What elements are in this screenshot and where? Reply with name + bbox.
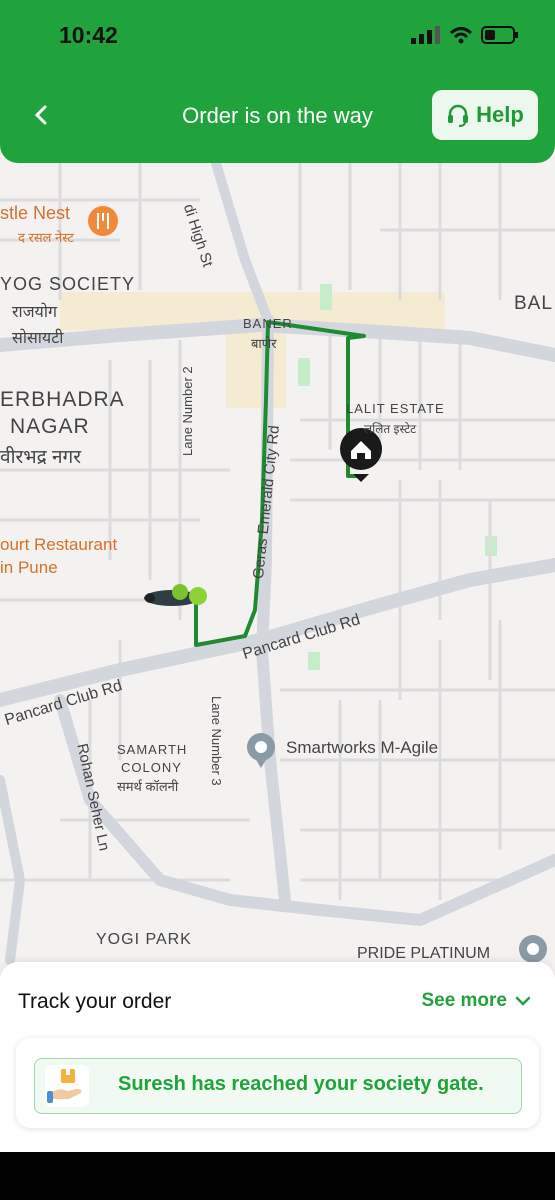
map-label-area: BANER xyxy=(243,316,293,331)
status-card: Suresh has reached your society gate. xyxy=(16,1038,539,1128)
map-label-restaurant: stle Nest xyxy=(0,203,71,223)
map-label-restaurant-hi: द रसल नेस्ट xyxy=(18,230,74,245)
see-more-label: See more xyxy=(421,990,507,1011)
map-label-locality-hi: सोसायटी xyxy=(12,330,64,347)
map-label-locality-hi: राजयोग xyxy=(12,304,57,321)
map-label-locality: ERBHADRA xyxy=(0,388,125,411)
signal-icon xyxy=(411,26,440,44)
map-label-restaurant: in Pune xyxy=(0,558,58,577)
map-label-locality: SAMARTH xyxy=(117,742,188,757)
map-label-area-hi: बाणेर xyxy=(251,336,277,351)
map-label-street: Lane Number 3 xyxy=(209,696,224,786)
chevron-down-icon xyxy=(515,996,531,1006)
bottom-bar xyxy=(0,1152,555,1200)
map-label-area: BAL xyxy=(514,293,553,314)
status-icons xyxy=(411,26,519,44)
map-label-street: Lane Number 2 xyxy=(180,366,195,456)
map-label-locality-hi: वीरभद्र नगर xyxy=(0,447,81,468)
app-header: 10:42 Order is on the way Help xyxy=(0,0,555,163)
help-button[interactable]: Help xyxy=(432,90,538,140)
wifi-icon xyxy=(449,27,473,44)
sheet-title: Track your order xyxy=(18,990,172,1013)
hand-package-icon xyxy=(45,1065,89,1107)
map-label-restaurant: ourt Restaurant xyxy=(0,535,118,554)
see-more-button[interactable]: See more xyxy=(421,990,531,1012)
help-label: Help xyxy=(476,102,524,127)
battery-icon xyxy=(481,26,518,44)
status-message: Suresh has reached your society gate. xyxy=(34,1058,522,1114)
status-time: 10:42 xyxy=(59,22,118,48)
map-label-poi: PRIDE PLATINUM xyxy=(357,945,491,962)
restaurant-pin-icon xyxy=(88,206,118,236)
status-message-text: Suresh has reached your society gate. xyxy=(118,1073,484,1095)
headset-icon xyxy=(448,104,469,127)
map-label-poi: Smartworks M-Agile xyxy=(286,738,439,757)
map-label-locality: YOG SOCIETY xyxy=(0,274,136,294)
map-label-locality-hi: ललित इस्टेट xyxy=(364,422,417,436)
map-label-locality: YOGI PARK xyxy=(96,931,192,948)
location-pin-icon xyxy=(519,935,547,963)
map-label-locality-hi: समर्थ कॉलनी xyxy=(117,779,179,794)
map-label-locality: NAGAR xyxy=(10,415,90,438)
track-order-sheet: Track your order See more Suresh has rea… xyxy=(0,962,555,1152)
delivery-rider-icon xyxy=(144,584,207,606)
map-label-locality: COLONY xyxy=(121,760,182,775)
map-label-locality: LALIT ESTATE xyxy=(346,401,445,416)
